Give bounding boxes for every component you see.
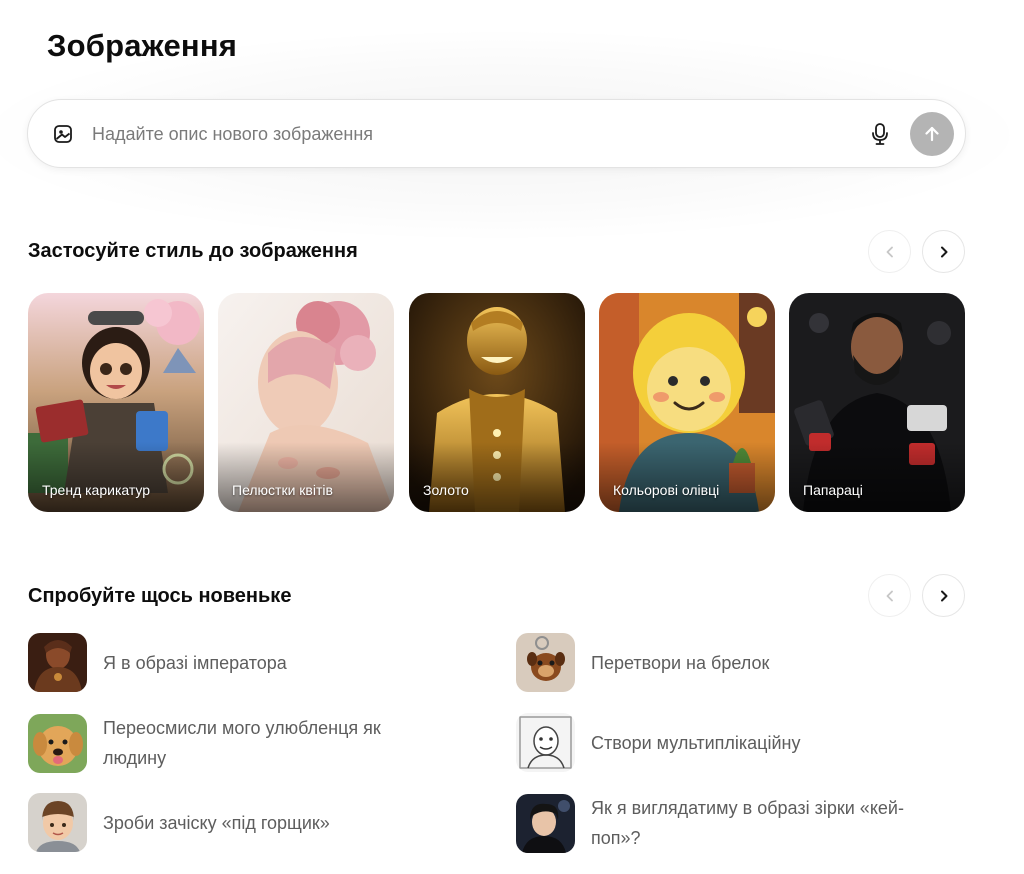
microphone-icon[interactable]: [866, 120, 894, 148]
suggestion-emperor[interactable]: Я в образі імператора: [28, 633, 423, 692]
chevron-left-icon: [886, 246, 893, 257]
suggestion-cartoon[interactable]: Створи мультиплікаційну: [516, 713, 911, 772]
try-section-title: Спробуйте щось новеньке: [28, 585, 292, 607]
suggestion-pet-human[interactable]: Переосмисли мого улюбленця як людину: [28, 713, 423, 773]
pet-thumbnail: [28, 713, 87, 773]
style-card-paparazzi[interactable]: Папараці: [789, 293, 965, 512]
image-add-icon[interactable]: [52, 123, 74, 145]
prompt-box[interactable]: [27, 99, 966, 168]
styles-prev-button[interactable]: [868, 230, 911, 273]
style-card-label: Кольорові олівці: [613, 482, 720, 498]
suggestion-label: Перетвори на брелок: [591, 652, 770, 673]
keychain-thumbnail: [516, 633, 575, 692]
style-card-label: Пелюстки квітів: [232, 482, 333, 498]
kpop-thumbnail: [516, 793, 575, 853]
chevron-right-icon: [940, 590, 947, 601]
arrow-up-icon: [925, 126, 939, 142]
suggestion-kpop[interactable]: Як я виглядатиму в образі зірки «кей-поп…: [516, 793, 911, 853]
suggestion-label: Зроби зачіску «під горщик»: [103, 812, 330, 833]
styles-next-button[interactable]: [922, 230, 965, 273]
card-shade: [789, 442, 965, 512]
chevron-left-icon: [886, 590, 893, 601]
style-card-caricature[interactable]: Тренд карикатур: [28, 293, 204, 512]
chevron-right-icon: [940, 246, 947, 257]
suggestion-keychain[interactable]: Перетвори на брелок: [516, 633, 911, 692]
card-shade: [599, 442, 775, 512]
try-next-button[interactable]: [922, 574, 965, 617]
suggestion-label: Я в образі імператора: [103, 652, 287, 673]
page-title: Зображення: [47, 28, 238, 63]
card-shade: [28, 442, 204, 512]
style-card-label: Тренд карикатур: [42, 482, 151, 498]
suggestion-label: Як я виглядатиму в образі зірки «кей-поп…: [591, 798, 904, 848]
send-button[interactable]: [910, 112, 954, 156]
styles-section-title: Застосуйте стиль до зображення: [28, 240, 358, 262]
try-prev-button[interactable]: [868, 574, 911, 617]
prompt-input[interactable]: [92, 118, 852, 150]
suggestion-label: Створи мультиплікаційну: [591, 732, 801, 753]
style-card-label: Золото: [423, 482, 469, 498]
card-shade: [409, 442, 585, 512]
bowl-cut-thumbnail: [28, 793, 87, 852]
emperor-thumbnail: [28, 633, 87, 692]
style-card-pencils[interactable]: Кольорові олівці: [599, 293, 775, 512]
style-card-label: Папараці: [803, 482, 863, 498]
cartoon-thumbnail: [516, 713, 575, 772]
style-card-gold[interactable]: Золото: [409, 293, 585, 512]
suggestion-label: Переосмисли мого улюбленця як людину: [103, 718, 381, 768]
suggestion-bowl-cut[interactable]: Зроби зачіску «під горщик»: [28, 793, 423, 852]
card-shade: [218, 442, 394, 512]
style-card-petals[interactable]: Пелюстки квітів: [218, 293, 394, 512]
